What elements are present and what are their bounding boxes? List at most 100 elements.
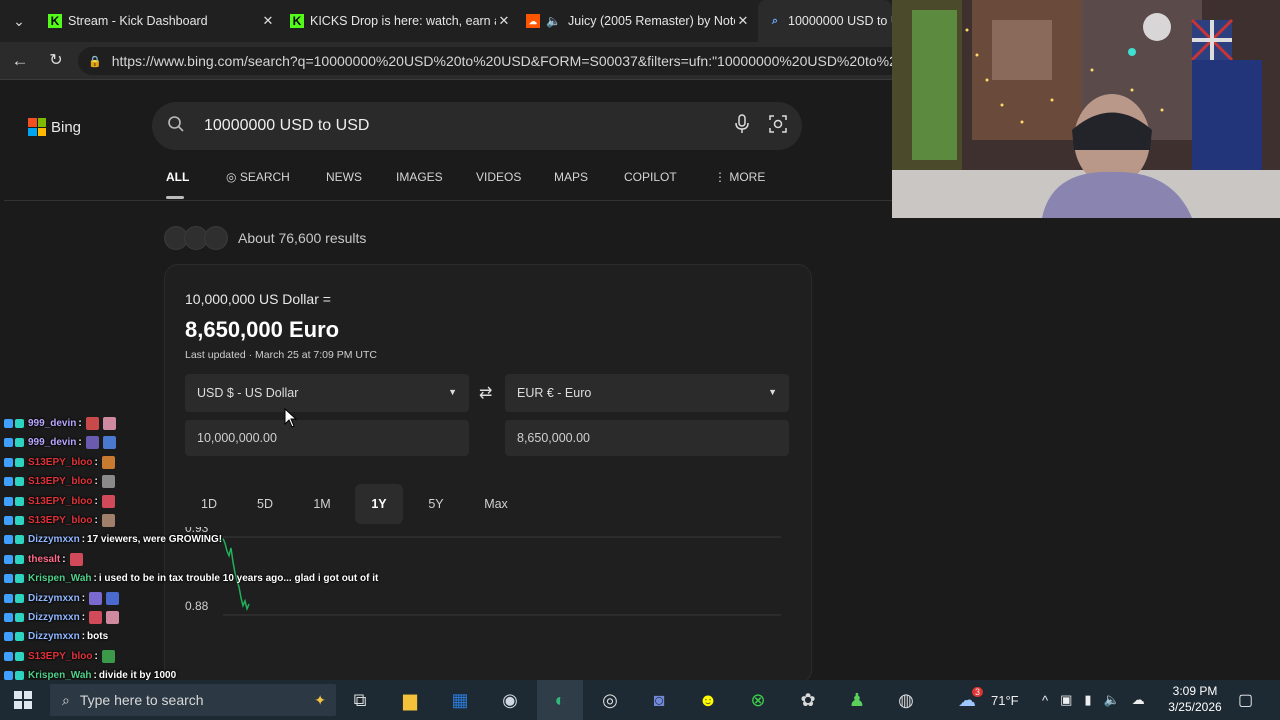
chat-separator: :	[81, 534, 86, 546]
chat-separator: :	[62, 553, 66, 565]
swap-currencies-icon[interactable]: ⇄	[479, 383, 492, 403]
chat-username[interactable]: Dizzymxxn	[28, 534, 80, 545]
volume-icon[interactable]: 🔈	[1104, 692, 1120, 708]
chat-badge-icon	[15, 496, 24, 506]
chat-badge-icon	[4, 554, 13, 564]
chess-icon[interactable]: ♟	[843, 686, 871, 714]
tab-title: Stream - Kick Dashboard	[68, 14, 208, 28]
chat-username[interactable]: S13EPY_bloo	[28, 651, 92, 662]
speaker-icon[interactable]: 🔈	[546, 14, 562, 28]
app-icon[interactable]: ✿	[794, 686, 822, 714]
chat-username[interactable]: 999_devin	[28, 418, 76, 429]
chat-badge-icon	[4, 516, 13, 525]
chat-separator: :	[78, 418, 82, 429]
xbox-icon[interactable]: ⊗	[744, 686, 772, 714]
snapchat-icon[interactable]: ☻	[694, 686, 722, 714]
tab-kick-dashboard[interactable]: K Stream - Kick Dashboard ✕	[48, 0, 276, 42]
tray-app-icon[interactable]: ▣	[1060, 692, 1072, 708]
recording-app-icon[interactable]: ◍	[892, 686, 920, 714]
notifications-icon[interactable]: ▢	[1238, 680, 1253, 720]
search-icon[interactable]	[164, 115, 188, 138]
taskbar-clock[interactable]: 3:09 PM 3/25/2026	[1160, 683, 1230, 715]
battery-icon[interactable]: ▮	[1084, 692, 1091, 708]
task-view-icon[interactable]: ⧉	[346, 686, 374, 714]
tab-title: Juicy (2005 Remaster) by Notorious B.I.G…	[568, 14, 735, 28]
chat-username[interactable]: S13EPY_bloo	[28, 496, 92, 507]
microphone-icon[interactable]	[730, 113, 754, 139]
chat-username[interactable]: S13EPY_bloo	[28, 476, 92, 487]
bing-logo[interactable]: Bing	[28, 118, 81, 136]
chat-emote-icon	[69, 552, 83, 566]
chat-username[interactable]: 999_devin	[28, 437, 76, 448]
tab-all[interactable]: ALL	[166, 170, 189, 199]
chat-badge-icon	[15, 457, 24, 467]
chat-badge-icon	[4, 593, 13, 603]
chat-username[interactable]: Krispen_Wah	[28, 573, 92, 584]
chevron-up-icon[interactable]: ^	[1042, 693, 1048, 708]
chat-badge-icon	[15, 574, 24, 584]
close-tab-icon[interactable]: ✕	[260, 13, 276, 29]
sparkle-icon: ✦	[314, 691, 326, 708]
chat-badge-icon	[4, 477, 13, 487]
close-tab-icon[interactable]: ✕	[735, 13, 751, 29]
chat-username[interactable]: Dizzymxxn	[28, 631, 80, 642]
tab-soundcloud-juicy[interactable]: ☁ 🔈 Juicy (2005 Remaster) by Notorious B…	[526, 0, 751, 42]
to-currency-dropdown[interactable]: EUR € - Euro ▼	[505, 374, 789, 412]
chat-emote-icon	[106, 591, 120, 605]
tab-title: KICKS Drop is here: watch, earn and	[310, 14, 496, 28]
chat-text: i used to be in tax trouble 10 years ago…	[98, 573, 379, 585]
search-input[interactable]: 10000000 USD to USD	[204, 117, 730, 135]
chat-username[interactable]: Dizzymxxn	[28, 593, 80, 604]
tab-copilot[interactable]: COPILOT	[624, 170, 677, 184]
copilot-search-icon: ◎	[226, 170, 240, 184]
chat-separator: :	[94, 476, 98, 488]
kick-icon: K	[290, 14, 304, 28]
close-tab-icon[interactable]: ✕	[496, 13, 512, 29]
tab-more[interactable]: ⋮ MORE	[714, 170, 765, 184]
refresh-icon[interactable]: ↻	[45, 50, 67, 72]
chat-message: Krispen_Wah: i used to be in tax trouble …	[4, 569, 378, 588]
chat-emote-icon	[102, 436, 116, 450]
to-amount-input[interactable]: 8,650,000.00	[505, 420, 789, 456]
from-currency-dropdown[interactable]: USD $ - US Dollar ▼	[185, 374, 469, 412]
chat-username[interactable]: S13EPY_bloo	[28, 457, 92, 468]
chat-badge-icon	[15, 419, 24, 428]
chat-message: thesalt:	[4, 550, 83, 569]
taskbar-search-placeholder: Type here to search	[79, 692, 204, 708]
tab-search[interactable]: ◎ SEARCH	[226, 170, 290, 184]
chat-username[interactable]: Dizzymxxn	[28, 612, 80, 623]
back-arrow-icon[interactable]: ←	[9, 50, 31, 72]
chat-separator: :	[81, 592, 86, 604]
chat-username[interactable]: S13EPY_bloo	[28, 515, 92, 526]
chat-badge-icon	[15, 554, 24, 564]
weather-widget[interactable]: ☁ 3 71°F	[958, 680, 1019, 720]
tab-videos[interactable]: VIDEOS	[476, 170, 521, 184]
file-explorer-icon[interactable]: ▆	[396, 686, 424, 714]
tab-kicks-drop[interactable]: K KICKS Drop is here: watch, earn and ✕	[290, 0, 512, 42]
chat-badge-icon	[15, 671, 24, 681]
visual-search-icon[interactable]	[766, 114, 790, 139]
caret-down-icon: ▼	[448, 387, 457, 397]
chat-text: bots	[87, 631, 109, 643]
tab-news[interactable]: NEWS	[326, 170, 362, 184]
chat-separator: :	[94, 650, 98, 662]
steam-icon[interactable]: ◉	[496, 686, 524, 714]
obs-icon[interactable]: ◎	[596, 686, 624, 714]
chat-badge-icon	[4, 671, 13, 681]
windows-start-icon[interactable]	[14, 691, 32, 709]
edge-icon[interactable]: ◐	[546, 686, 574, 714]
taskbar-search-box[interactable]: ⌕ Type here to search ✦	[50, 684, 336, 716]
tab-maps[interactable]: MAPS	[554, 170, 588, 184]
chat-username[interactable]: thesalt	[28, 554, 60, 565]
tab-images[interactable]: IMAGES	[396, 170, 443, 184]
tab-bing-search[interactable]: ⌕ 10000000 USD to USD	[758, 0, 892, 42]
network-icon[interactable]: ☁	[1132, 692, 1145, 708]
discord-icon[interactable]: ◙	[645, 686, 673, 714]
microsoft-store-icon[interactable]: ▦	[446, 686, 474, 714]
url-field[interactable]: 🔒 https://www.bing.com/search?q=10000000…	[78, 47, 908, 75]
avatar-bubbles	[164, 226, 228, 250]
weather-temp: 71°F	[991, 692, 1019, 708]
range-max-button[interactable]: Max	[472, 484, 520, 524]
tab-actions-chevron-icon[interactable]: ⌄	[8, 10, 30, 32]
search-box[interactable]: 10000000 USD to USD	[152, 102, 802, 150]
